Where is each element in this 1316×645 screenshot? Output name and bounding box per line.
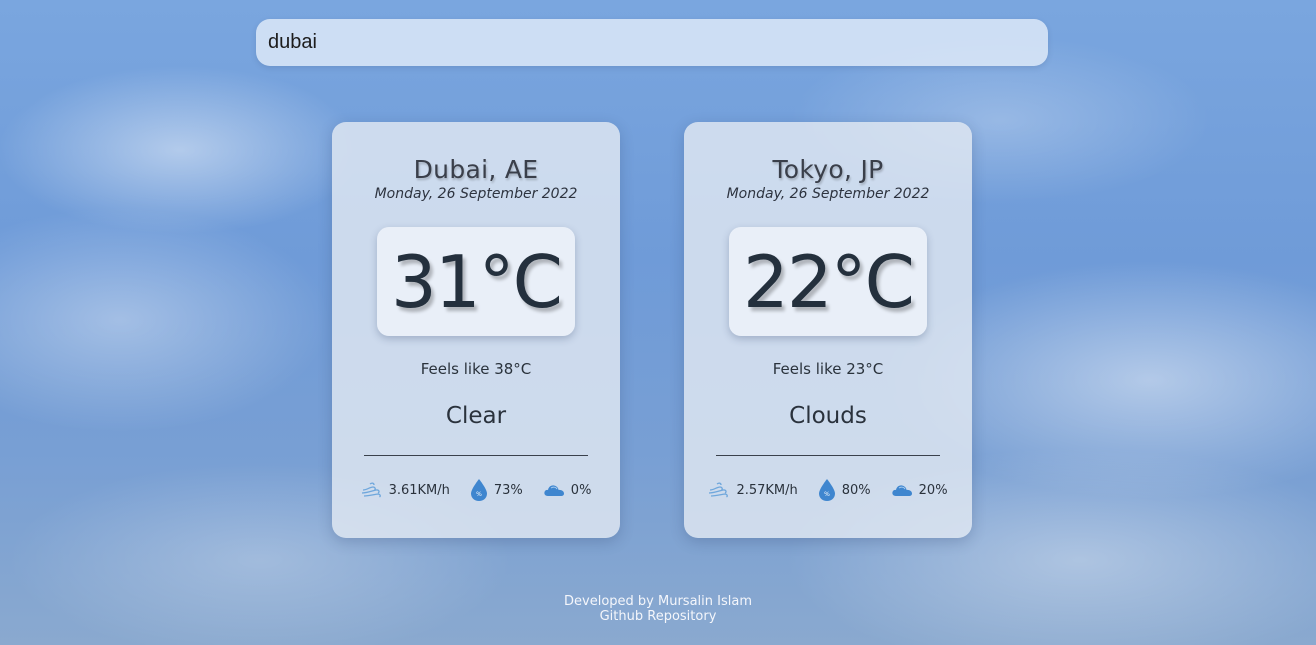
wind-stat: 3.61KM/h (361, 481, 450, 499)
date-label: Monday, 26 September 2022 (726, 186, 930, 202)
humidity-value: 73% (493, 482, 523, 498)
footer: Developed by Mursalin Islam Github Repos… (0, 594, 1316, 624)
clouds-value: 20% (918, 482, 948, 498)
weather-stats: 3.61KM/h % 73% 0% (332, 478, 620, 502)
weather-card-tokyo: Tokyo, JP Monday, 26 September 2022 22°C… (684, 122, 972, 538)
cloud-icon (543, 481, 565, 499)
clouds-stat: 20% (891, 481, 948, 499)
svg-text:%: % (476, 491, 482, 498)
weather-condition: Clouds (789, 403, 867, 429)
feels-like-label: Feels like 38°C (420, 360, 532, 378)
city-name: Dubai, AE (413, 155, 539, 184)
wind-icon (361, 481, 383, 499)
weather-condition: Clear (445, 403, 507, 429)
search-input[interactable] (256, 19, 1048, 66)
wind-speed: 2.57KM/h (736, 482, 798, 498)
clouds-value: 0% (570, 482, 592, 498)
temperature-box: 31°C (377, 227, 575, 336)
search-bar[interactable] (256, 19, 1048, 66)
wind-icon (708, 481, 730, 499)
humidity-stat: % 73% (470, 478, 523, 502)
feels-like-label: Feels like 23°C (772, 360, 884, 378)
developer-credit: Developed by Mursalin Islam (564, 594, 752, 609)
wind-speed: 3.61KM/h (388, 482, 450, 498)
cloud-icon (891, 481, 913, 499)
github-repository-link[interactable]: Github Repository (600, 609, 717, 624)
humidity-value: 80% (841, 482, 871, 498)
clouds-stat: 0% (543, 481, 592, 499)
city-name: Tokyo, JP (772, 155, 884, 184)
divider (364, 455, 588, 456)
date-label: Monday, 26 September 2022 (374, 186, 578, 202)
weather-stats: 2.57KM/h % 80% 20% (684, 478, 972, 502)
divider (716, 455, 940, 456)
wind-stat: 2.57KM/h (708, 481, 798, 499)
humidity-stat: % 80% (818, 478, 871, 502)
weather-card-dubai: Dubai, AE Monday, 26 September 2022 31°C… (332, 122, 620, 538)
humidity-drop-icon: % (818, 478, 836, 502)
temperature-value: 22°C (743, 239, 915, 324)
humidity-drop-icon: % (470, 478, 488, 502)
svg-text:%: % (824, 491, 830, 498)
temperature-box: 22°C (729, 227, 927, 336)
temperature-value: 31°C (391, 239, 563, 324)
